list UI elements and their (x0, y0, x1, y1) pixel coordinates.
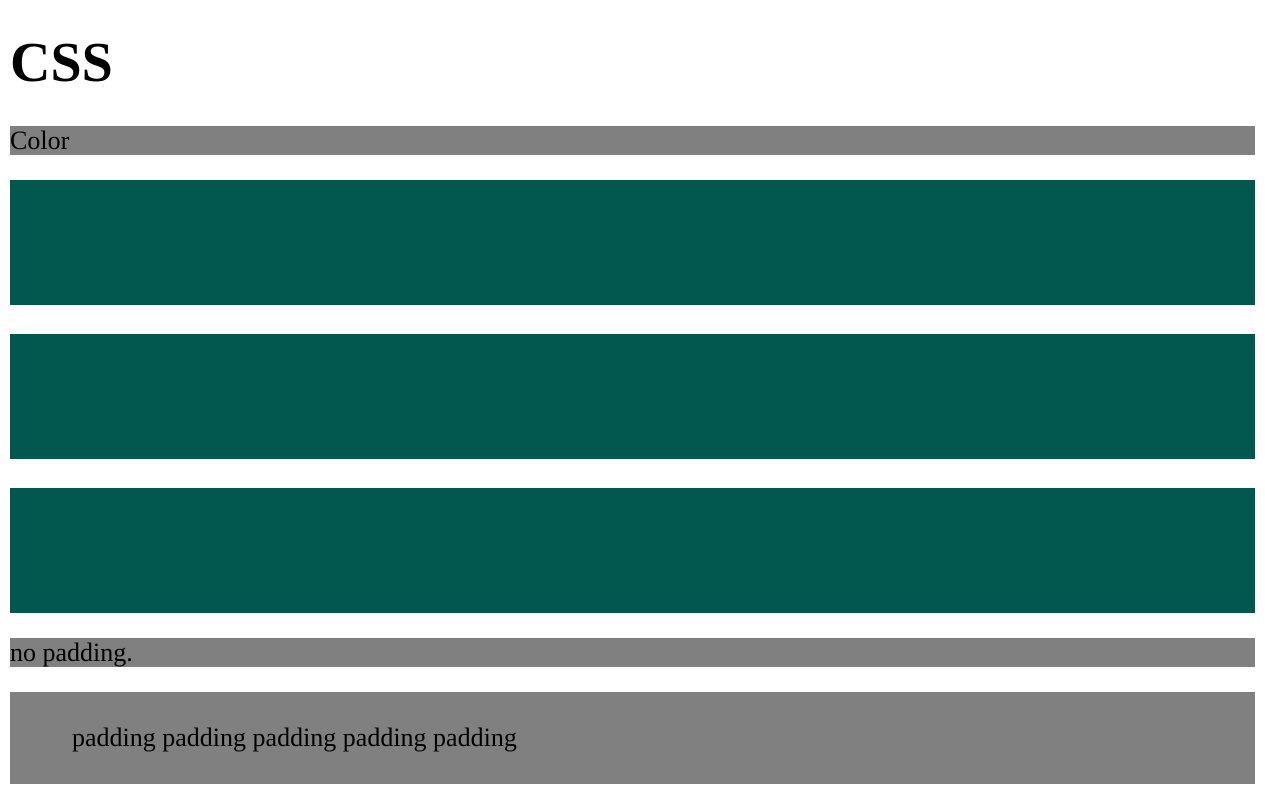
color-block (10, 488, 1255, 613)
color-block (10, 180, 1255, 305)
color-label: Color (10, 126, 1255, 155)
padding-text: padding padding padding padding padding (72, 723, 517, 752)
color-block (10, 334, 1255, 459)
no-padding-box: no padding. (10, 638, 1255, 667)
page-title: CSS (10, 32, 113, 94)
padding-box: padding padding padding padding padding (10, 692, 1255, 784)
